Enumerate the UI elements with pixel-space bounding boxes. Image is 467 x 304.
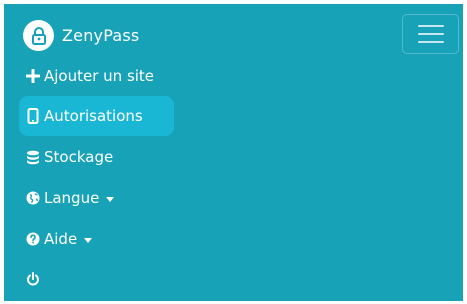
nav-item-langue[interactable]: Langue [19, 178, 120, 218]
database-icon [25, 150, 40, 165]
chevron-down-icon [106, 196, 115, 202]
plus-icon [25, 69, 40, 84]
nav-item-aide[interactable]: Aide [19, 219, 98, 259]
nav-item-label: Langue [44, 189, 100, 207]
hamburger-menu-icon [417, 25, 444, 27]
nav-item-label: Autorisations [44, 107, 143, 125]
navbar: ZenyPass Ajouter un site Autorisations S… [4, 4, 463, 301]
mobile-icon [25, 108, 40, 124]
chevron-down-icon [84, 237, 93, 243]
brand-name: ZenyPass [62, 26, 140, 45]
question-circle-icon [25, 232, 40, 247]
nav-item-ajouter-un-site[interactable]: Ajouter un site [19, 56, 160, 96]
hamburger-menu-bar [417, 33, 444, 35]
power-icon [25, 272, 40, 287]
nav-item-label: Aide [44, 230, 78, 248]
nav-item-label: Stockage [44, 148, 114, 166]
globe-icon [25, 191, 40, 206]
nav-item-autorisations[interactable]: Autorisations [19, 96, 174, 136]
logout-button[interactable] [19, 259, 50, 299]
lock-logo-icon [23, 20, 54, 51]
navbar-toggler-button[interactable] [402, 14, 459, 54]
hamburger-menu-bar [417, 41, 444, 43]
brand[interactable]: ZenyPass [23, 20, 139, 51]
nav-item-label: Ajouter un site [44, 67, 155, 85]
nav-item-stockage[interactable]: Stockage [19, 137, 119, 177]
